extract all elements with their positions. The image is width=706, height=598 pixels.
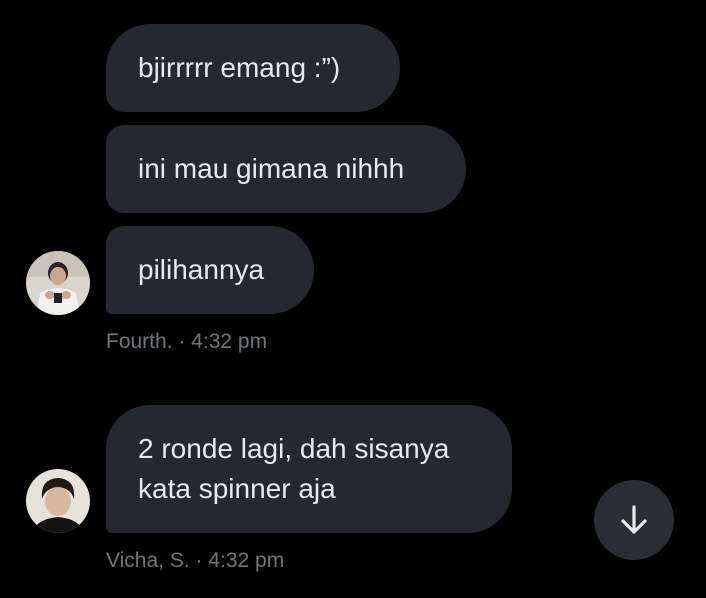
message-meta: Vicha, S. · 4:32 pm bbox=[106, 549, 285, 572]
avatar-image bbox=[26, 251, 90, 315]
message-line: 2 ronde lagi, dah sisanya bbox=[138, 433, 450, 464]
scroll-to-bottom-button[interactable] bbox=[594, 480, 674, 560]
message-meta: Fourth. · 4:32 pm bbox=[106, 330, 268, 353]
message-text: pilihannya bbox=[138, 254, 265, 285]
sender-avatar[interactable] bbox=[26, 251, 90, 315]
arrow-down-icon bbox=[621, 505, 647, 534]
message-text: 2 ronde lagi, dah sisanya kata spinner a… bbox=[138, 429, 449, 509]
message-line: kata spinner aja bbox=[138, 473, 336, 504]
message-bubble[interactable]: bjirrrrr emang :”) bbox=[106, 24, 400, 112]
message-bubble[interactable]: pilihannya bbox=[106, 226, 314, 314]
avatar-image bbox=[26, 469, 90, 533]
message-text: ini mau gimana nihhh bbox=[138, 153, 405, 184]
message-bubble[interactable]: ini mau gimana nihhh bbox=[106, 125, 466, 213]
message-text: bjirrrrr emang :”) bbox=[138, 52, 341, 83]
sender-avatar[interactable] bbox=[26, 469, 90, 533]
message-bubble[interactable]: 2 ronde lagi, dah sisanya kata spinner a… bbox=[106, 405, 512, 533]
